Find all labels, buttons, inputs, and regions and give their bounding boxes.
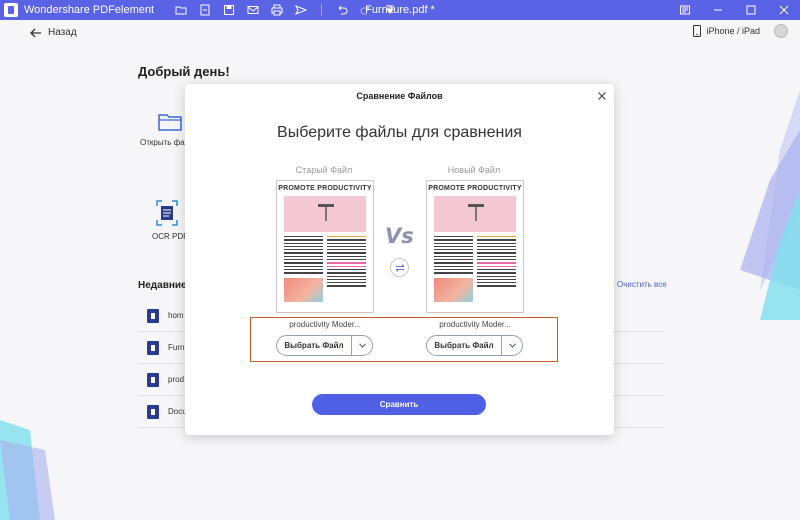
back-button[interactable]: Назад xyxy=(30,27,77,38)
close-window-icon[interactable] xyxy=(767,3,800,17)
app-name: Wondershare PDFelement xyxy=(24,4,155,16)
dialog-heading: Выберите файлы для сравнения xyxy=(277,124,522,141)
preview-hero-image xyxy=(284,196,366,232)
create-document-icon[interactable] xyxy=(198,3,212,17)
toolbar-divider xyxy=(321,4,323,16)
ocr-icon xyxy=(156,200,178,226)
choose-old-file-button[interactable]: Выбрать Файл xyxy=(277,336,352,355)
old-file-preview: PROMOTE PRODUCTIVITY xyxy=(276,180,374,313)
chevron-down-icon xyxy=(358,343,366,348)
preview-title: PROMOTE PRODUCTIVITY xyxy=(428,185,522,192)
recent-file-name: Furn xyxy=(168,343,185,352)
arrow-left-icon xyxy=(30,28,41,37)
old-file-dropdown-button[interactable] xyxy=(352,336,372,355)
new-file-name: productivity Moder... xyxy=(439,320,511,329)
chevron-down-icon xyxy=(508,343,516,348)
ocr-label: OCR PDF xyxy=(152,232,188,241)
new-file-label: Новый Файл xyxy=(447,165,501,175)
recent-file-name: hom xyxy=(168,311,184,320)
undo-icon[interactable] xyxy=(335,3,349,17)
preview-title: PROMOTE PRODUCTIVITY xyxy=(278,185,372,192)
old-file-name: productivity Moder... xyxy=(289,320,361,329)
share-icon[interactable] xyxy=(294,3,308,17)
avatar[interactable] xyxy=(774,24,788,38)
feedback-icon[interactable] xyxy=(668,3,701,17)
pdf-file-icon xyxy=(147,340,159,355)
title-bar: Wondershare PDFelement Furniture.pdf * xyxy=(0,0,800,20)
close-icon xyxy=(598,92,606,100)
swap-files-button[interactable] xyxy=(390,258,409,277)
pdf-file-icon xyxy=(147,404,159,419)
new-file-dropdown-button[interactable] xyxy=(502,336,522,355)
open-file-label: Открыть фа xyxy=(140,138,185,147)
ocr-tile[interactable]: OCR PDF xyxy=(152,200,188,241)
clear-all-link[interactable]: Очистить все xyxy=(617,280,667,289)
print-icon[interactable] xyxy=(270,3,284,17)
old-file-label: Старый Файл xyxy=(295,165,353,175)
minimize-icon[interactable] xyxy=(701,3,734,17)
device-label: iPhone / iPad xyxy=(706,26,760,36)
decorative-shapes-left xyxy=(0,420,55,520)
pdf-file-icon xyxy=(147,372,159,387)
email-icon[interactable] xyxy=(246,3,260,17)
save-icon[interactable] xyxy=(222,3,236,17)
folder-icon xyxy=(158,114,182,131)
customize-toolbar-icon[interactable] xyxy=(383,3,397,17)
maximize-icon[interactable] xyxy=(734,3,767,17)
new-file-preview: PROMOTE PRODUCTIVITY xyxy=(426,180,524,313)
preview-hero-image xyxy=(434,196,516,232)
recent-file-name: prod xyxy=(168,375,185,384)
old-file-picker: Выбрать Файл xyxy=(276,335,373,356)
choose-new-file-button[interactable]: Выбрать Файл xyxy=(427,336,502,355)
vs-label: Vs xyxy=(385,224,414,248)
redo-icon[interactable] xyxy=(359,3,373,17)
close-dialog-button[interactable] xyxy=(596,89,608,101)
open-file-tile[interactable]: Открыть фа xyxy=(140,112,185,147)
device-transfer-button[interactable]: iPhone / iPad xyxy=(693,25,760,37)
back-label: Назад xyxy=(48,27,77,38)
dialog-title: Сравнение Файлов xyxy=(356,91,443,101)
pdf-file-icon xyxy=(147,308,159,323)
new-file-picker: Выбрать Файл xyxy=(426,335,523,356)
recent-file-name: Docu xyxy=(168,407,187,416)
decorative-shapes-right xyxy=(740,90,800,320)
page-title: Добрый день! xyxy=(138,64,230,79)
recent-files-heading: Недавние xyxy=(138,280,187,291)
compare-button[interactable]: Сравнить xyxy=(312,394,486,415)
app-logo-icon xyxy=(4,3,18,17)
phone-icon xyxy=(693,25,702,37)
swap-icon xyxy=(395,263,404,272)
open-folder-icon[interactable] xyxy=(174,3,188,17)
